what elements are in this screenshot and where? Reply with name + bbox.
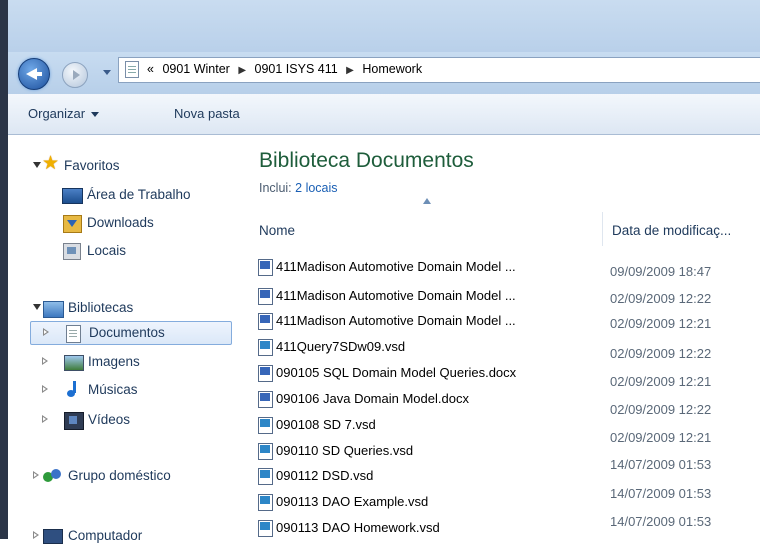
file-name: 411Query7SDw09.vsd: [276, 339, 406, 354]
library-title: Biblioteca Documentos: [259, 149, 474, 172]
organize-button[interactable]: Organizar: [28, 106, 100, 121]
sidebar-item-places[interactable]: Locais: [30, 240, 230, 262]
command-bar: Organizar Nova pasta: [8, 94, 760, 135]
visio-drawing-icon: [258, 443, 273, 460]
expanded-arrow-icon[interactable]: [33, 162, 41, 168]
date-value: 14/07/2009 01:53: [610, 514, 712, 529]
sidebar-item-homegroup[interactable]: Grupo doméstico: [30, 465, 230, 487]
date-value: 02/09/2009 12:22: [610, 402, 712, 417]
date-value: 02/09/2009 12:21: [610, 316, 712, 331]
date-value: 09/09/2009 18:47: [610, 264, 712, 279]
recent-places-icon: [63, 243, 81, 260]
date-value: 14/07/2009 01:53: [610, 486, 712, 501]
document-folder-icon: [125, 61, 139, 78]
sidebar-item-libraries[interactable]: Bibliotecas: [30, 297, 230, 319]
file-name: 090108 SD 7.vsd: [276, 417, 376, 432]
date-value: 02/09/2009 12:22: [610, 291, 712, 306]
window-frame-left: [0, 0, 8, 539]
document-icon: [66, 325, 81, 343]
visio-drawing-icon: [258, 339, 273, 356]
sidebar-item-desktop[interactable]: Área de Trabalho: [30, 184, 230, 206]
desktop-icon: [62, 188, 83, 204]
word-document-icon: [258, 313, 273, 330]
sidebar-item-label: Locais: [87, 243, 127, 258]
file-name: 411Madison Automotive Domain Model ...: [276, 313, 516, 328]
file-name: 090105 SQL Domain Model Queries.docx: [276, 365, 517, 380]
breadcrumb-item-winter[interactable]: 0901 Winter: [162, 62, 229, 76]
sidebar-item-label: Imagens: [88, 354, 140, 369]
breadcrumb-item-isys[interactable]: 0901 ISYS 411: [255, 62, 338, 76]
sidebar-item-label: Computador: [68, 528, 143, 543]
recent-pages-dropdown-icon[interactable]: [103, 70, 111, 75]
sidebar-item-label: Bibliotecas: [68, 300, 134, 315]
word-document-icon: [258, 365, 273, 382]
file-name: 090113 DAO Homework.vsd: [276, 520, 440, 535]
file-name: 090113 DAO Example.vsd: [276, 494, 429, 509]
column-header-date[interactable]: Data de modificaç...: [602, 214, 760, 244]
file-name: 411Madison Automotive Domain Model ...: [276, 288, 516, 303]
address-bar[interactable]: « 0901 Winter ▶ 0901 ISYS 411 ▶ Homework: [118, 57, 760, 83]
sidebar-item-documents[interactable]: Documentos: [30, 321, 232, 345]
chevron-right-icon[interactable]: ▶: [238, 65, 246, 76]
locations-link[interactable]: 2 locais: [295, 181, 337, 195]
file-name: 090112 DSD.vsd: [276, 468, 374, 483]
sidebar-item-downloads[interactable]: Downloads: [30, 212, 230, 234]
date-value: 02/09/2009 12:21: [610, 374, 712, 389]
navigation-pane: ★ Favoritos Área de Trabalho Downloads L…: [8, 135, 236, 544]
star-icon: ★: [42, 153, 60, 174]
film-icon: [64, 412, 84, 430]
homegroup-icon: [43, 468, 63, 486]
sidebar-item-label: Favoritos: [64, 158, 120, 173]
title-bar: [8, 0, 760, 52]
word-document-icon: [258, 391, 273, 408]
column-header-name[interactable]: Nome: [249, 214, 601, 244]
sidebar-item-label: Downloads: [87, 215, 154, 230]
date-value: 14/07/2009 01:53: [610, 457, 712, 472]
downloads-folder-icon: [63, 215, 82, 233]
sidebar-item-computer[interactable]: Computador: [30, 525, 230, 547]
word-document-icon: [258, 259, 273, 276]
sidebar-item-videos[interactable]: Vídeos: [30, 409, 230, 431]
sidebar-item-label: Documentos: [89, 325, 165, 340]
back-button[interactable]: [18, 58, 50, 90]
chevron-down-icon: [91, 112, 100, 118]
computer-icon: [43, 529, 63, 544]
breadcrumb-overflow[interactable]: «: [147, 62, 154, 76]
date-value: 02/09/2009 12:21: [610, 430, 712, 445]
sidebar-item-label: Área de Trabalho: [87, 187, 191, 202]
pictures-icon: [64, 355, 84, 371]
visio-drawing-icon: [258, 468, 273, 485]
sidebar-item-label: Grupo doméstico: [68, 468, 171, 483]
breadcrumb-item-homework[interactable]: Homework: [362, 62, 422, 76]
library-includes: Inclui: 2 locais: [259, 181, 338, 195]
breadcrumb: « 0901 Winter ▶ 0901 ISYS 411 ▶ Homework: [147, 62, 422, 76]
sidebar-item-music[interactable]: Músicas: [30, 379, 230, 401]
sidebar-item-favorites[interactable]: ★ Favoritos: [30, 153, 230, 177]
includes-label: Inclui:: [259, 181, 292, 195]
date-value: 02/09/2009 12:22: [610, 346, 712, 361]
sort-ascending-icon: [423, 198, 431, 204]
sidebar-item-label: Vídeos: [88, 412, 131, 427]
organize-label: Organizar: [28, 106, 86, 121]
libraries-icon: [43, 301, 64, 318]
column-header-label: Data de modificaç...: [612, 223, 732, 238]
new-folder-button[interactable]: Nova pasta: [174, 106, 240, 121]
sidebar-item-images[interactable]: Imagens: [30, 351, 230, 373]
word-document-icon: [258, 288, 273, 305]
file-name: 411Madison Automotive Domain Model ...: [276, 259, 516, 274]
file-name: 090110 SD Queries.vsd: [276, 443, 414, 458]
visio-drawing-icon: [258, 417, 273, 434]
chevron-right-icon[interactable]: ▶: [346, 65, 354, 76]
expanded-arrow-icon[interactable]: [33, 304, 41, 310]
visio-drawing-icon: [258, 520, 273, 537]
file-name: 090106 Java Domain Model.docx: [276, 391, 469, 406]
forward-button[interactable]: [62, 62, 88, 88]
column-header-label: Nome: [259, 223, 296, 238]
music-note-icon: [65, 381, 83, 399]
visio-drawing-icon: [258, 494, 273, 511]
sidebar-item-label: Músicas: [88, 382, 138, 397]
